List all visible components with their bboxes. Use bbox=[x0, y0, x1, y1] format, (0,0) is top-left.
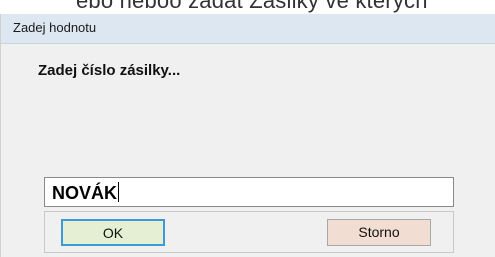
input-dialog: Zadej hodnotu Zadej číslo zásilky... NOV… bbox=[0, 14, 495, 257]
dialog-titlebar[interactable]: Zadej hodnotu bbox=[1, 14, 495, 44]
ok-button[interactable]: OK bbox=[61, 219, 165, 246]
dialog-title: Zadej hodnotu bbox=[13, 20, 97, 35]
input-value: NOVÁK bbox=[52, 183, 118, 203]
button-panel: OK Storno bbox=[44, 211, 454, 253]
text-caret bbox=[118, 182, 120, 202]
input-value-wrapper: NOVÁK bbox=[52, 182, 120, 204]
background-document-strip: ebo neboo zadat Zásilky ve kterých bbox=[0, 0, 495, 14]
background-cutoff-text: ebo neboo zadat Zásilky ve kterých bbox=[76, 0, 428, 13]
prompt-label: Zadej číslo zásilky... bbox=[38, 62, 181, 79]
cancel-button[interactable]: Storno bbox=[327, 219, 431, 246]
dialog-body: Zadej číslo zásilky... NOVÁK OK Storno bbox=[9, 44, 495, 257]
screen: ebo neboo zadat Zásilky ve kterých Zadej… bbox=[0, 0, 495, 257]
shipment-number-input[interactable]: NOVÁK bbox=[44, 177, 454, 207]
